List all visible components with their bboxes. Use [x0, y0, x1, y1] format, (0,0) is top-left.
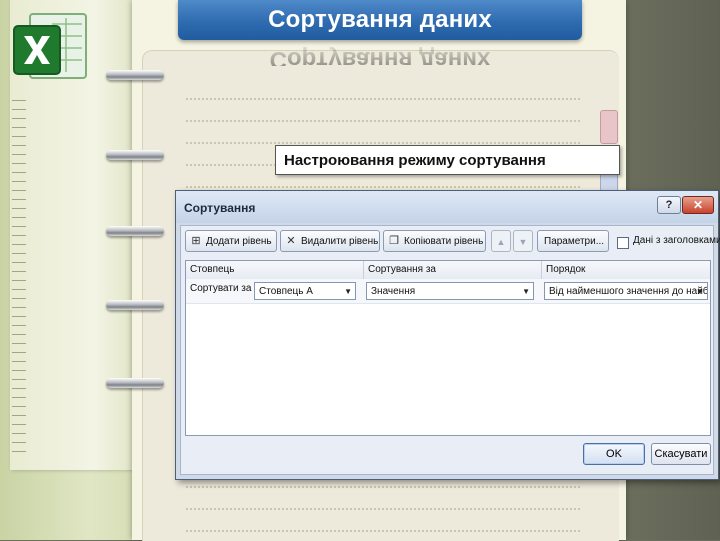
binder-ring — [106, 150, 164, 160]
order-select[interactable]: Від найменшого значення до найбіл ▼ — [544, 282, 708, 300]
dialog-titlebar: Сортування ? ✕ — [176, 191, 718, 223]
add-level-button[interactable]: ⊞ Додати рівень — [185, 230, 277, 252]
column-header: Сортування за — [364, 261, 542, 279]
table-row: Сортувати за Стовпець A ▼ Значення ▼ Від… — [186, 279, 710, 304]
ruler — [12, 100, 26, 460]
copy-level-label: Копіювати рівень — [404, 236, 484, 247]
sort-on-select[interactable]: Значення ▼ — [366, 282, 534, 300]
dotted-line — [186, 186, 580, 188]
help-button[interactable]: ? — [657, 196, 681, 214]
binder-ring — [106, 378, 164, 388]
row-label: Сортувати за — [190, 283, 252, 294]
dotted-line — [186, 120, 580, 122]
chevron-down-icon: ▼ — [344, 287, 352, 296]
grid-header: Стовпець Сортування за Порядок — [186, 261, 710, 280]
delete-level-label: Видалити рівень — [301, 236, 379, 247]
dotted-line — [186, 508, 580, 510]
dotted-line — [186, 142, 580, 144]
caption-box: Настроювання режиму сортування — [275, 145, 620, 175]
slide-title: Сортування даних — [178, 0, 582, 40]
move-down-button[interactable]: ▼ — [513, 230, 533, 252]
sort-on-select-value: Значення — [371, 286, 416, 297]
cancel-button[interactable]: Скасувати — [651, 443, 711, 465]
chevron-down-icon: ▼ — [522, 287, 530, 296]
delete-icon: ✕ — [286, 235, 296, 247]
close-button[interactable]: ✕ — [682, 196, 714, 214]
column-header: Порядок — [546, 264, 586, 275]
add-level-icon: ⊞ — [191, 235, 201, 247]
column-header: Стовпець — [186, 261, 364, 279]
headers-checkbox[interactable] — [617, 237, 629, 249]
column-select[interactable]: Стовпець A ▼ — [254, 282, 356, 300]
add-level-label: Додати рівень — [206, 236, 272, 247]
excel-logo-icon — [8, 6, 92, 90]
dotted-line — [186, 98, 580, 100]
sort-dialog: Сортування ? ✕ ⊞ Додати рівень ✕ Видалит… — [175, 190, 720, 480]
page-tab-pink — [600, 110, 618, 144]
headers-checkbox-label: Дані з заголовками — [633, 235, 720, 246]
dotted-line — [186, 486, 580, 488]
copy-icon: ❐ — [389, 235, 399, 247]
move-up-button[interactable]: ▲ — [491, 230, 511, 252]
order-select-value: Від найменшого значення до найбіл — [549, 286, 708, 297]
dialog-title: Сортування — [184, 201, 256, 215]
binder-ring — [106, 300, 164, 310]
dotted-line — [186, 530, 580, 532]
delete-level-button[interactable]: ✕ Видалити рівень — [280, 230, 380, 252]
binder-ring — [106, 70, 164, 80]
ok-button[interactable]: OK — [583, 443, 645, 465]
chevron-down-icon: ▼ — [696, 287, 704, 296]
options-button[interactable]: Параметри... — [537, 230, 609, 252]
binder-ring — [106, 226, 164, 236]
copy-level-button[interactable]: ❐ Копіювати рівень — [383, 230, 486, 252]
dialog-body: ⊞ Додати рівень ✕ Видалити рівень ❐ Копі… — [180, 225, 720, 475]
column-select-value: Стовпець A — [259, 286, 313, 297]
sort-levels-grid: Стовпець Сортування за Порядок Сортувати… — [185, 260, 711, 436]
